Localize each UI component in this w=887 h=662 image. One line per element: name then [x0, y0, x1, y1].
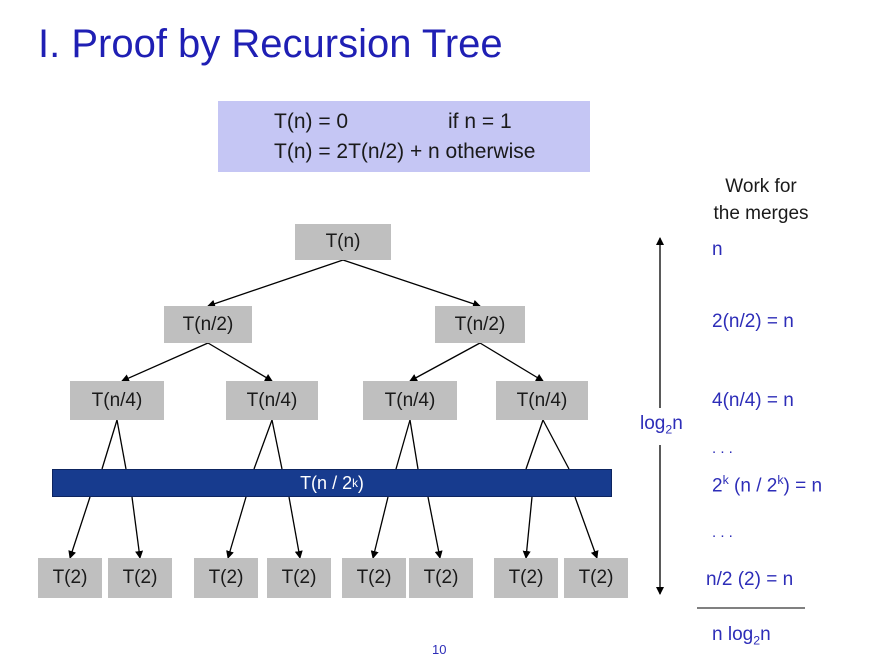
node-level2-3: T(n/4): [363, 381, 457, 420]
edge-leaf-5: [370, 496, 389, 559]
level-k-label: T(n / 2: [300, 472, 353, 493]
level-k-band: T(n / 2 k): [52, 469, 612, 497]
work-level-2: 4(n/4) = n: [712, 390, 794, 411]
edge-l2d-left: [525, 419, 544, 470]
leaf-node: T(2): [108, 558, 172, 598]
edge-l1b-right: [479, 342, 544, 382]
work-level-0: n: [712, 239, 723, 260]
leaf-node: T(2): [38, 558, 102, 598]
leaf-node: T(2): [564, 558, 628, 598]
work-level-k-base: 2: [712, 475, 723, 497]
leaf-node: T(2): [342, 558, 406, 598]
node-level2-2: T(n/4): [226, 381, 318, 420]
work-total-suffix: n: [760, 624, 771, 645]
edge-l2d-right: [542, 419, 570, 470]
leaf-node: T(2): [494, 558, 558, 598]
leaf-node: T(2): [409, 558, 473, 598]
tree-height-label: log2n: [640, 411, 683, 439]
edge-l2c-right: [409, 419, 419, 470]
work-level-1: 2(n/2) = n: [712, 311, 794, 332]
work-total-prefix: n log: [712, 624, 754, 645]
work-total: n log2n: [712, 624, 771, 647]
edge-leaf-4: [288, 496, 303, 559]
edge-root-left: [207, 259, 344, 308]
edge-leaf-6: [427, 496, 443, 559]
work-heading-line2: the merges: [713, 203, 809, 224]
work-heading: Work for the merges: [705, 173, 817, 227]
edge-l2a-right: [116, 419, 127, 470]
edge-leaf-7: [522, 496, 533, 559]
node-level1-left: T(n/2): [164, 306, 252, 343]
level-k-close: ): [357, 472, 364, 493]
work-heading-line1: Work for: [725, 176, 797, 197]
edge-l2c-left: [395, 419, 411, 470]
edge-root-right: [342, 259, 481, 308]
work-ellipsis-2: . . .: [712, 524, 733, 541]
edge-l1b-left: [409, 342, 481, 382]
edge-leaf-8: [574, 496, 599, 559]
node-level2-1: T(n/4): [70, 381, 164, 420]
height-label-n: n: [672, 413, 683, 434]
edge-l2a-left: [101, 419, 118, 470]
edge-l2b-right: [271, 419, 283, 470]
edge-l1a-right: [207, 342, 273, 382]
edge-leaf-1: [68, 496, 91, 559]
work-level-k-end: ) = n: [783, 475, 823, 497]
work-leaf-level: n/2 (2) = n: [706, 569, 794, 590]
edge-l2b-left: [253, 419, 273, 470]
page-number: 10: [432, 642, 447, 657]
work-level-k-mid: (n / 2: [728, 475, 778, 497]
leaf-node: T(2): [194, 558, 258, 598]
edge-l1a-left: [121, 342, 209, 382]
edge-leaf-3: [226, 496, 247, 559]
node-level1-right: T(n/2): [435, 306, 525, 343]
work-ellipsis-1: . . .: [712, 440, 733, 457]
node-level2-4: T(n/4): [496, 381, 588, 420]
edge-leaf-2: [131, 496, 144, 559]
height-label-log: log: [640, 413, 666, 434]
leaf-node: T(2): [267, 558, 331, 598]
work-level-k: 2k (n / 2k) = n: [712, 473, 822, 497]
node-root: T(n): [295, 224, 391, 260]
